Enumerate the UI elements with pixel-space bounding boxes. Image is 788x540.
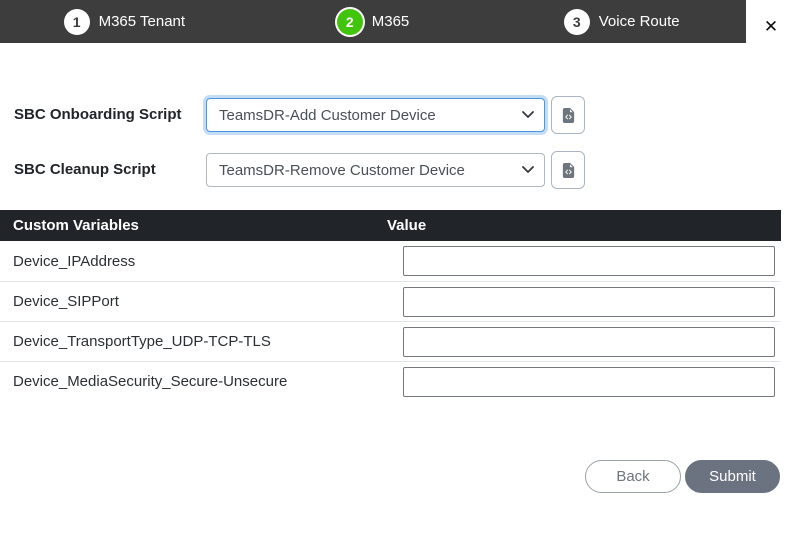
device-transporttype-value-input[interactable] — [403, 327, 775, 357]
custom-variables-table-body: Device_IPAddress Device_SIPPort Device_T… — [0, 241, 781, 401]
step-2-circle-active: 2 — [337, 9, 363, 35]
table-row: Device_MediaSecurity_Secure-Unsecure — [0, 361, 781, 401]
custom-variables-table-header: Custom Variables Value — [0, 210, 781, 241]
step-m365[interactable]: 2 M365 — [249, 0, 498, 43]
wizard-dialog: 1 M365 Tenant 2 M365 3 Voice Route ✕ SBC… — [0, 0, 788, 540]
variable-name-device-transporttype: Device_TransportType_UDP-TCP-TLS — [0, 333, 387, 350]
step-voice-route[interactable]: 3 Voice Route — [497, 0, 746, 43]
step-2-label: M365 — [372, 13, 410, 30]
step-m365-tenant[interactable]: 1 M365 Tenant — [0, 0, 249, 43]
value-cell — [387, 327, 781, 357]
variable-name-device-sipport: Device_SIPPort — [0, 293, 387, 310]
device-sipport-value-input[interactable] — [403, 287, 775, 317]
device-mediasecurity-value-input[interactable] — [403, 367, 775, 397]
step-3-circle: 3 — [564, 9, 590, 35]
onboarding-script-view-button[interactable] — [551, 96, 585, 134]
variable-name-device-mediasecurity: Device_MediaSecurity_Secure-Unsecure — [0, 373, 387, 390]
table-row: Device_SIPPort — [0, 281, 781, 321]
step-3-label: Voice Route — [599, 13, 680, 30]
step-1-circle: 1 — [64, 9, 90, 35]
value-cell — [387, 287, 781, 317]
table-row: Device_TransportType_UDP-TCP-TLS — [0, 321, 781, 361]
table-row: Device_IPAddress — [0, 241, 781, 281]
column-header-value: Value — [387, 217, 781, 234]
file-code-icon — [561, 107, 576, 124]
close-icon[interactable]: ✕ — [758, 14, 784, 40]
sbc-cleanup-script-label: SBC Cleanup Script — [14, 161, 156, 178]
column-header-custom-variables: Custom Variables — [0, 217, 387, 234]
file-code-icon — [561, 162, 576, 179]
sbc-onboarding-script-select[interactable]: TeamsDR-Add Customer Device — [206, 98, 545, 132]
value-cell — [387, 367, 781, 397]
sbc-cleanup-script-select[interactable]: TeamsDR-Remove Customer Device — [206, 153, 545, 187]
cleanup-script-view-button[interactable] — [551, 151, 585, 189]
variable-name-device-ipaddress: Device_IPAddress — [0, 253, 387, 270]
step-1-label: M365 Tenant — [99, 13, 185, 30]
value-cell — [387, 246, 781, 276]
device-ipaddress-value-input[interactable] — [403, 246, 775, 276]
back-button[interactable]: Back — [585, 460, 681, 493]
wizard-stepper-bar: 1 M365 Tenant 2 M365 3 Voice Route — [0, 0, 746, 43]
submit-button[interactable]: Submit — [685, 460, 780, 493]
sbc-onboarding-script-label: SBC Onboarding Script — [14, 106, 182, 123]
